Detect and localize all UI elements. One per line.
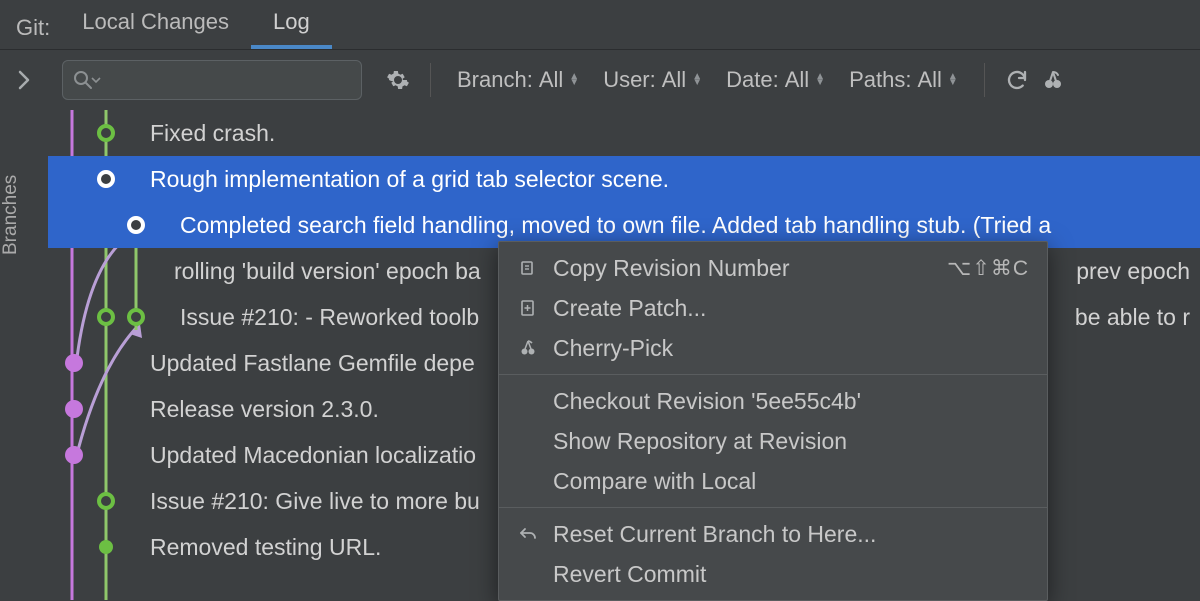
commit-node-icon <box>97 308 115 326</box>
filter-branch[interactable]: Branch: All ▲▼ <box>445 67 591 93</box>
commit-node-icon <box>65 354 83 372</box>
cherry-pick-button[interactable] <box>1035 62 1071 98</box>
menu-revert-commit[interactable]: Revert Commit <box>499 554 1047 594</box>
patch-icon <box>517 299 539 317</box>
log-search-field[interactable] <box>62 60 362 100</box>
commit-node-icon <box>97 124 115 142</box>
cherry-icon <box>1042 69 1064 91</box>
menu-label: Show Repository at Revision <box>553 428 1029 455</box>
separator <box>430 63 431 97</box>
filter-user[interactable]: User: All ▲▼ <box>591 67 714 93</box>
updown-icon: ▲▼ <box>692 74 702 86</box>
commit-message: Rough implementation of a grid tab selec… <box>150 166 669 193</box>
filter-user-value: All <box>662 67 686 93</box>
filter-date-value: All <box>785 67 809 93</box>
menu-shortcut: ⌥⇧⌘C <box>947 256 1029 281</box>
commit-node-icon <box>127 216 145 234</box>
filter-date[interactable]: Date: All ▲▼ <box>714 67 837 93</box>
commit-row[interactable]: Rough implementation of a grid tab selec… <box>48 156 1200 202</box>
chevron-down-icon <box>91 75 101 85</box>
menu-separator <box>499 374 1047 375</box>
commit-message: Issue #210: Give live to more bu <box>150 488 480 515</box>
tab-log[interactable]: Log <box>251 1 332 49</box>
filter-paths-label: Paths: <box>849 67 911 93</box>
commit-row[interactable]: Fixed crash. <box>48 110 1200 156</box>
settings-button[interactable] <box>380 62 416 98</box>
tab-local-changes[interactable]: Local Changes <box>60 1 251 49</box>
menu-label: Revert Commit <box>553 561 1029 588</box>
refresh-icon <box>1005 68 1029 92</box>
vcs-prefix-label: Git: <box>16 15 60 49</box>
commit-message: Completed search field handling, moved t… <box>180 212 1051 239</box>
commit-message: rolling 'build version' epoch ba <box>174 258 481 285</box>
commit-node-icon <box>65 400 83 418</box>
menu-compare-with-local[interactable]: Compare with Local <box>499 461 1047 501</box>
commit-message: Release version 2.3.0. <box>150 396 379 423</box>
expand-sidebar-button[interactable] <box>0 50 48 110</box>
commit-node-icon <box>99 540 113 554</box>
commit-message: Updated Fastlane Gemfile depe <box>150 350 475 377</box>
commit-message: Fixed crash. <box>150 120 275 147</box>
search-icon <box>73 70 93 90</box>
menu-label: Checkout Revision '5ee55c4b' <box>553 388 1029 415</box>
menu-cherry-pick[interactable]: Cherry-Pick <box>499 328 1047 368</box>
updown-icon: ▲▼ <box>815 74 825 86</box>
commit-node-icon <box>127 308 145 326</box>
menu-reset-branch[interactable]: Reset Current Branch to Here... <box>499 514 1047 554</box>
refresh-button[interactable] <box>999 62 1035 98</box>
menu-label: Compare with Local <box>553 468 1029 495</box>
commit-message: Removed testing URL. <box>150 534 381 561</box>
updown-icon: ▲▼ <box>569 74 579 86</box>
menu-label: Cherry-Pick <box>553 335 1029 362</box>
copy-icon <box>517 259 539 277</box>
menu-label: Copy Revision Number <box>553 255 933 282</box>
commit-node-icon <box>97 170 115 188</box>
filter-paths-value: All <box>917 67 941 93</box>
menu-create-patch[interactable]: Create Patch... <box>499 288 1047 328</box>
filter-branch-label: Branch: <box>457 67 533 93</box>
menu-label: Create Patch... <box>553 295 1029 322</box>
menu-separator <box>499 507 1047 508</box>
gear-icon <box>386 68 410 92</box>
filter-branch-value: All <box>539 67 563 93</box>
commit-context-menu: Copy Revision Number ⌥⇧⌘C Create Patch..… <box>498 241 1048 601</box>
commit-message: Issue #210: - Reworked toolb <box>180 304 479 331</box>
vcs-tabbar: Git: Local Changes Log <box>0 0 1200 50</box>
commit-message: Updated Macedonian localizatio <box>150 442 476 469</box>
chevron-right-icon <box>17 70 31 90</box>
menu-copy-revision[interactable]: Copy Revision Number ⌥⇧⌘C <box>499 248 1047 288</box>
menu-checkout-revision[interactable]: Checkout Revision '5ee55c4b' <box>499 381 1047 421</box>
filter-paths[interactable]: Paths: All ▲▼ <box>837 67 970 93</box>
filter-date-label: Date: <box>726 67 779 93</box>
commit-node-icon <box>65 446 83 464</box>
log-search-input[interactable] <box>109 69 374 92</box>
menu-label: Reset Current Branch to Here... <box>553 521 1029 548</box>
log-toolbar: Branch: All ▲▼ User: All ▲▼ Date: All ▲▼… <box>0 50 1200 110</box>
undo-icon <box>517 525 539 543</box>
commit-message-tail: be able to r <box>1075 304 1190 331</box>
cherry-icon <box>517 339 539 357</box>
commit-message-tail: prev epoch <box>1076 258 1190 285</box>
filter-user-label: User: <box>603 67 656 93</box>
separator <box>984 63 985 97</box>
commit-node-icon <box>97 492 115 510</box>
menu-show-repo-at-revision[interactable]: Show Repository at Revision <box>499 421 1047 461</box>
updown-icon: ▲▼ <box>948 74 958 86</box>
sidebar-tab-branches[interactable]: Branches <box>0 120 48 320</box>
